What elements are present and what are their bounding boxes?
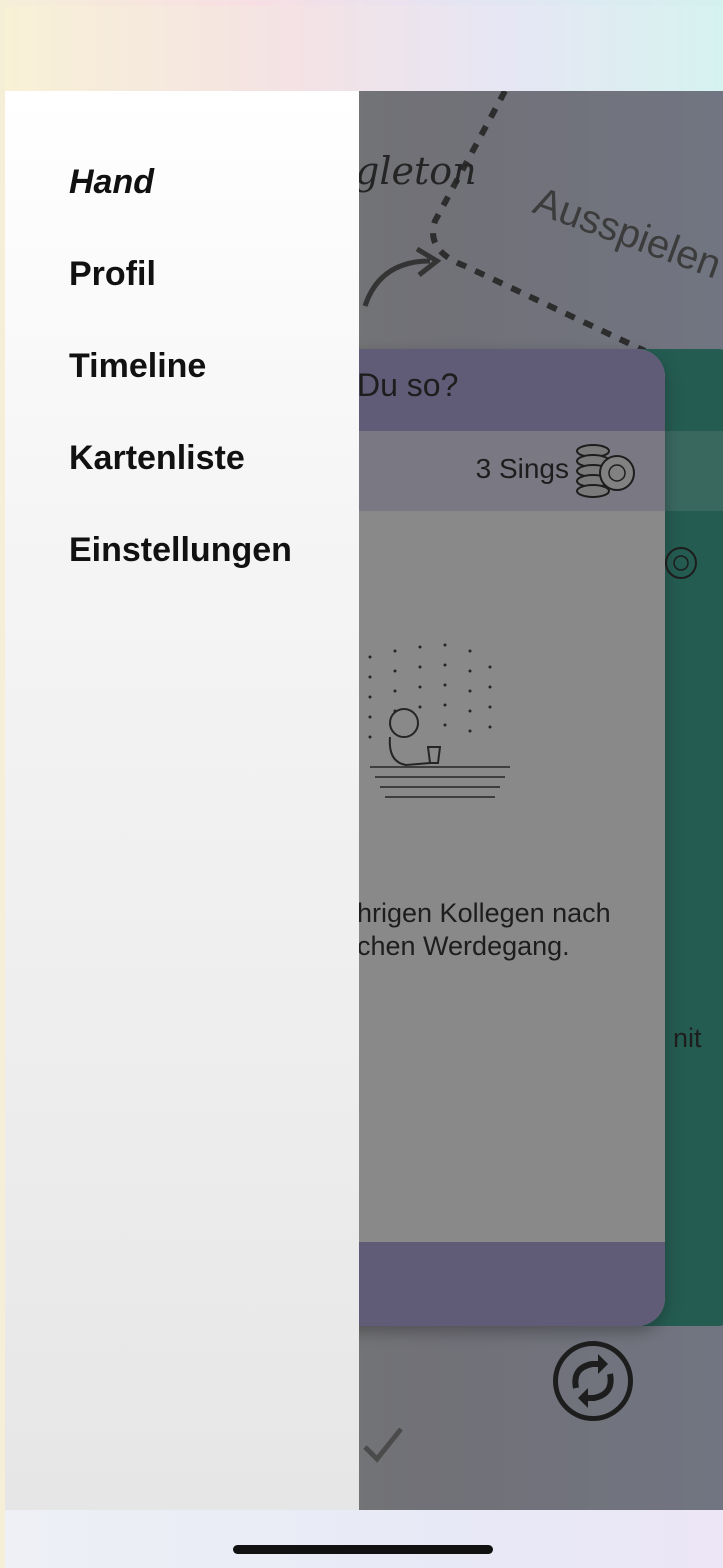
coins-icon [576, 444, 635, 498]
check-icon[interactable] [357, 1421, 407, 1471]
refresh-button[interactable] [553, 1341, 633, 1421]
card-title: Du so? [357, 367, 459, 403]
navigation-drawer: Hand Profil Timeline Kartenliste Einstel… [5, 91, 359, 1510]
home-indicator[interactable] [233, 1545, 493, 1554]
card-illustration [368, 643, 510, 798]
drawer-item-einstellungen[interactable]: Einstellungen [69, 531, 292, 570]
bottom-safe-area [5, 1510, 723, 1568]
next-card-text: nit [673, 1023, 702, 1053]
phone-frame: gleton Ausspielen nit Du so? 3 Sings hri… [5, 6, 723, 1568]
coins-icon [665, 547, 697, 579]
status-bar [5, 6, 723, 91]
drawer-item-kartenliste[interactable]: Kartenliste [69, 439, 245, 478]
drawer-item-profil[interactable]: Profil [69, 255, 156, 294]
drawer-item-timeline[interactable]: Timeline [69, 347, 206, 386]
card-cost: 3 Sings [475, 453, 569, 484]
refresh-icon [572, 1354, 614, 1408]
singleton-label: gleton [355, 149, 477, 193]
drawer-item-hand[interactable]: Hand [69, 163, 154, 202]
